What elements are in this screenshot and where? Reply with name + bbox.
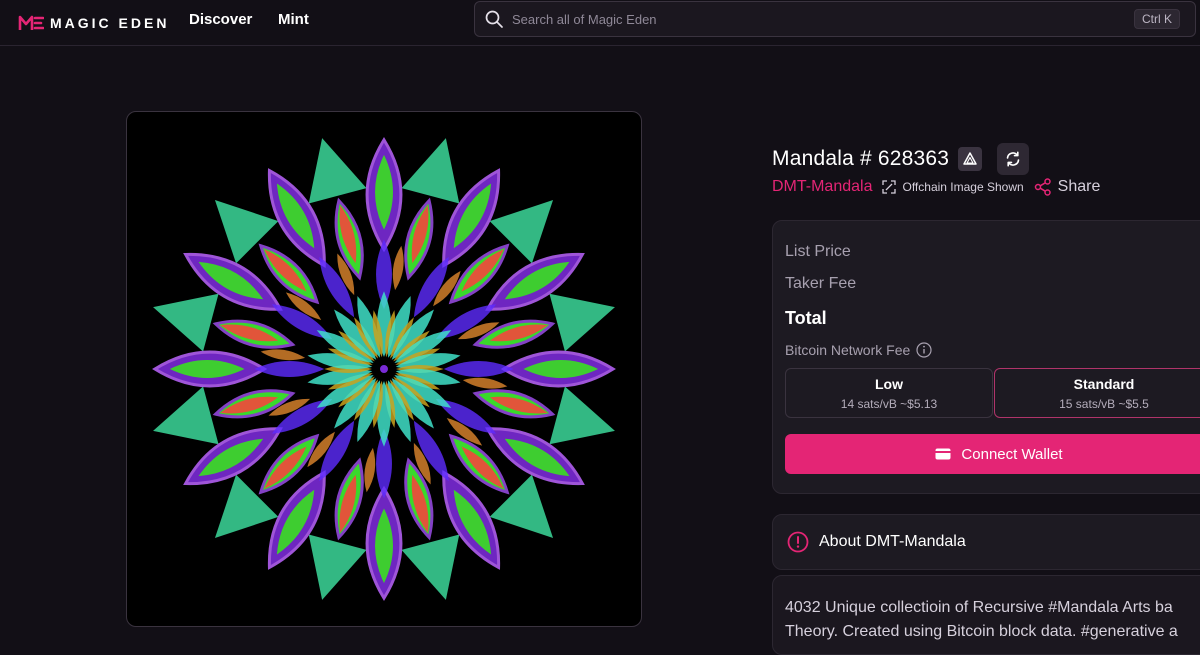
network-fee-label: Bitcoin Network Fee bbox=[785, 342, 911, 358]
search-input[interactable] bbox=[504, 10, 1134, 28]
item-subtitle-row: DMT-Mandala Offchain Image Shown Share bbox=[772, 177, 1100, 197]
info-icon[interactable] bbox=[916, 342, 932, 358]
sigma-badge-icon[interactable] bbox=[958, 147, 983, 171]
nav-mint[interactable]: Mint bbox=[278, 11, 309, 28]
offchain-label: Offchain Image Shown bbox=[902, 180, 1024, 194]
refresh-icon bbox=[1006, 151, 1020, 167]
search-icon bbox=[485, 10, 503, 28]
fee-option-name: Standard bbox=[1073, 376, 1135, 392]
share-label: Share bbox=[1057, 178, 1101, 195]
collection-link[interactable]: DMT-Mandala bbox=[772, 178, 872, 196]
fee-option-name: Low bbox=[875, 376, 903, 392]
price-panel: List Price Taker Fee Total Bitcoin Netwo… bbox=[772, 220, 1200, 494]
nav-discover[interactable]: Discover bbox=[189, 11, 252, 28]
search-bar[interactable]: Ctrl K bbox=[474, 1, 1196, 37]
mandala-artwork-image bbox=[152, 137, 616, 601]
network-fee-row: Bitcoin Network Fee bbox=[785, 342, 932, 358]
magic-eden-logo[interactable]: MAGIC EDEN bbox=[18, 12, 169, 34]
about-collection-header[interactable]: About DMT-Mandala bbox=[772, 514, 1200, 570]
offchain-indicator: Offchain Image Shown bbox=[882, 180, 1024, 194]
total-label: Total bbox=[785, 308, 827, 328]
expand-icon bbox=[882, 180, 897, 194]
collection-description: 4032 Unique collectioin of Recursive #Ma… bbox=[772, 575, 1200, 655]
connect-wallet-label: Connect Wallet bbox=[961, 445, 1063, 463]
list-price-label: List Price bbox=[785, 243, 851, 260]
fee-option-standard[interactable]: Standard 15 sats/vB ~$5.5 bbox=[994, 368, 1200, 418]
info-circle-icon bbox=[787, 531, 809, 553]
fee-option-low[interactable]: Low 14 sats/vB ~$5.13 bbox=[785, 368, 993, 418]
share-button[interactable]: Share bbox=[1034, 178, 1101, 196]
search-shortcut-badge: Ctrl K bbox=[1134, 9, 1180, 29]
taker-fee-label: Taker Fee bbox=[785, 275, 857, 292]
fee-option-detail: 14 sats/vB ~$5.13 bbox=[840, 397, 938, 411]
wallet-icon bbox=[935, 448, 951, 460]
share-icon bbox=[1034, 178, 1051, 196]
fee-option-detail: 15 sats/vB ~$5.5 bbox=[1059, 397, 1149, 411]
item-title-row: Mandala # 628363 bbox=[772, 143, 1030, 175]
item-title: Mandala # 628363 bbox=[772, 147, 950, 170]
description-line: Theory. Created using Bitcoin block data… bbox=[785, 623, 1178, 640]
top-navbar: MAGIC EDEN Discover Mint Ctrl K bbox=[0, 0, 1200, 46]
refresh-button[interactable] bbox=[997, 143, 1030, 175]
brand-name: MAGIC EDEN bbox=[50, 15, 170, 31]
nft-artwork[interactable] bbox=[126, 111, 642, 627]
magic-eden-logo-icon bbox=[18, 15, 44, 30]
connect-wallet-button[interactable]: Connect Wallet bbox=[785, 434, 1200, 474]
about-title: About DMT-Mandala bbox=[819, 533, 966, 550]
description-line: 4032 Unique collectioin of Recursive #Ma… bbox=[785, 599, 1173, 616]
